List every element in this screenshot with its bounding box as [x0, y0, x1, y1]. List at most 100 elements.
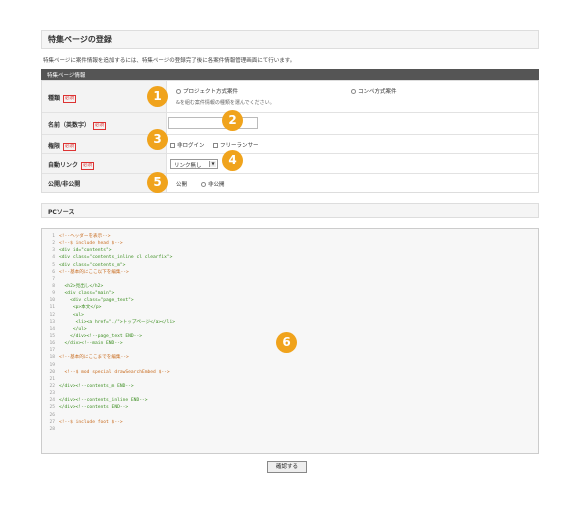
- type-hint: &を組む案件情報の種類を選んでください。: [176, 100, 275, 106]
- code-line: 16 </div><!--main END-->: [45, 340, 175, 347]
- chevron-down-icon[interactable]: ▼: [209, 161, 216, 167]
- code-text: <!--基本的にここまでを編集-->: [59, 355, 129, 361]
- line-number: 12: [49, 312, 55, 318]
- line-number: 7: [52, 276, 55, 282]
- code-text: <h2>見出し</h2>: [59, 283, 104, 289]
- code-text: </div><!--main END-->: [59, 341, 123, 347]
- callout-badge-3: 3: [147, 129, 168, 150]
- checkbox-icon[interactable]: [213, 143, 218, 148]
- code-text: <!--$ mod special drawSearchEmbed $-->: [59, 369, 170, 375]
- pc-source-bar: PCソース: [41, 203, 539, 218]
- code-lines: 1 <!--ヘッダーを表示--> 2 <!--$ include head $--> 3…: [45, 233, 175, 433]
- line-number: 1: [52, 234, 55, 239]
- code-line: 28: [45, 426, 175, 433]
- form-table: 種類必須 プロジェクト方式案件 コンペ方式案件 &を組む案件情報の種類を選んでく…: [41, 80, 539, 193]
- permission-label: 権限: [48, 143, 61, 150]
- code-text: <div id="contents">: [59, 248, 112, 254]
- code-text: <!--$ include foot $-->: [59, 419, 123, 425]
- pc-source-label: PCソース: [48, 209, 75, 216]
- line-number: 9: [52, 291, 55, 297]
- section-header: 特集ページ情報: [41, 69, 539, 80]
- required-badge: 必須: [93, 121, 107, 130]
- code-line: 7: [45, 276, 175, 283]
- code-text: <ul>: [59, 312, 84, 318]
- permission-option-freelancer-label: フリーランサー: [220, 143, 259, 149]
- line-number: 13: [49, 319, 55, 325]
- code-line: 2 <!--$ include head $-->: [45, 240, 175, 247]
- code-line: 21: [45, 376, 175, 383]
- auto-link-select[interactable]: リンク無し ▼: [170, 159, 218, 169]
- callout-badge-2: 2: [222, 110, 243, 131]
- required-badge: 必須: [63, 142, 77, 151]
- code-line: 13 <li><a href="./">トップページ</a></li>: [45, 319, 175, 326]
- name-label: 名前（英数字）: [48, 122, 91, 129]
- auto-link-label: 自動リンク: [48, 162, 79, 169]
- line-number: 10: [49, 298, 55, 304]
- visibility-option-public[interactable]: 公開: [176, 180, 187, 188]
- line-number: 14: [49, 326, 55, 332]
- line-number: 27: [49, 419, 55, 425]
- type-option-compe[interactable]: コンペ方式案件: [351, 87, 397, 95]
- code-text: </div><!--contents_inline END-->: [59, 398, 148, 404]
- line-number: 15: [49, 333, 55, 339]
- page-title: 特集ページの登録: [48, 35, 112, 44]
- name-input[interactable]: [168, 117, 258, 129]
- callout-badge-6: 6: [276, 332, 297, 353]
- line-number: 19: [49, 362, 55, 368]
- code-line: 12 <ul>: [45, 312, 175, 319]
- name-label-cell: 名前（英数字） 必須: [42, 113, 167, 134]
- callout-badge-4: 4: [222, 150, 243, 171]
- line-number: 4: [52, 255, 55, 261]
- permission-option-guest[interactable]: 非ログイン: [170, 141, 205, 149]
- code-text: </div><!--contents END-->: [59, 405, 129, 411]
- code-line: 22 </div><!--contents_m END-->: [45, 383, 175, 390]
- form-row-name: 名前（英数字） 必須: [42, 113, 538, 135]
- radio-icon[interactable]: [201, 182, 206, 187]
- code-text: <div class="contents_inline cl clearfix"…: [59, 255, 173, 261]
- type-option-project[interactable]: プロジェクト方式案件: [176, 87, 238, 95]
- line-number: 11: [49, 305, 55, 311]
- callout-badge-1: 1: [147, 86, 168, 107]
- line-number: 16: [49, 341, 55, 347]
- line-number: 5: [52, 262, 55, 268]
- line-number: 24: [49, 398, 55, 404]
- line-number: 23: [49, 391, 55, 397]
- code-text: </div><!--page_text END-->: [59, 333, 142, 339]
- line-number: 25: [49, 405, 55, 411]
- code-line: 3 <div id="contents">: [45, 247, 175, 254]
- radio-icon[interactable]: [176, 89, 181, 94]
- form-row-type: 種類 必須 プロジェクト方式案件 コンペ方式案件 &を組む案件情報の種類を選んでく…: [42, 81, 538, 113]
- code-text: </ul>: [59, 326, 87, 332]
- type-option-compe-label: コンペ方式案件: [358, 89, 397, 95]
- line-number: 18: [49, 355, 55, 361]
- type-option-project-label: プロジェクト方式案件: [183, 89, 239, 95]
- form-row-visibility: 公開/非公開 公開 非公開: [42, 174, 538, 192]
- code-line: 23: [45, 390, 175, 397]
- code-line: 9 <div class="main">: [45, 290, 175, 297]
- code-line: 19: [45, 362, 175, 369]
- line-number: 26: [49, 412, 55, 418]
- line-number: 6: [52, 269, 55, 275]
- code-line: 6 <!--基本的にここ以下を編集-->: [45, 269, 175, 276]
- visibility-label: 公開/非公開: [48, 181, 81, 188]
- code-line: 5 <div class="contents_m">: [45, 262, 175, 269]
- line-number: 17: [49, 348, 55, 354]
- checkbox-icon[interactable]: [170, 143, 175, 148]
- confirm-button[interactable]: 確認する: [267, 461, 307, 473]
- permission-option-freelancer[interactable]: フリーランサー: [213, 141, 259, 149]
- type-label: 種類: [48, 95, 61, 102]
- line-number: 20: [49, 369, 55, 375]
- code-line: 4 <div class="contents_inline cl clearfix…: [45, 254, 175, 261]
- callout-badge-5: 5: [147, 172, 168, 193]
- code-text: </div><!--contents_m END-->: [59, 383, 134, 389]
- radio-icon[interactable]: [351, 89, 356, 94]
- auto-link-label-cell: 自動リンク 必須: [42, 154, 167, 173]
- auto-link-selected: リンク無し: [174, 163, 202, 169]
- required-badge: 必須: [81, 161, 95, 170]
- code-line: 26: [45, 412, 175, 419]
- code-line: 10 <div class="page_text">: [45, 297, 175, 304]
- visibility-option-private[interactable]: 非公開: [201, 180, 225, 188]
- code-line: 24 </div><!--contents_inline END-->: [45, 397, 175, 404]
- permission-option-guest-label: 非ログイン: [177, 143, 205, 149]
- code-text: <div class="contents_m">: [59, 262, 126, 268]
